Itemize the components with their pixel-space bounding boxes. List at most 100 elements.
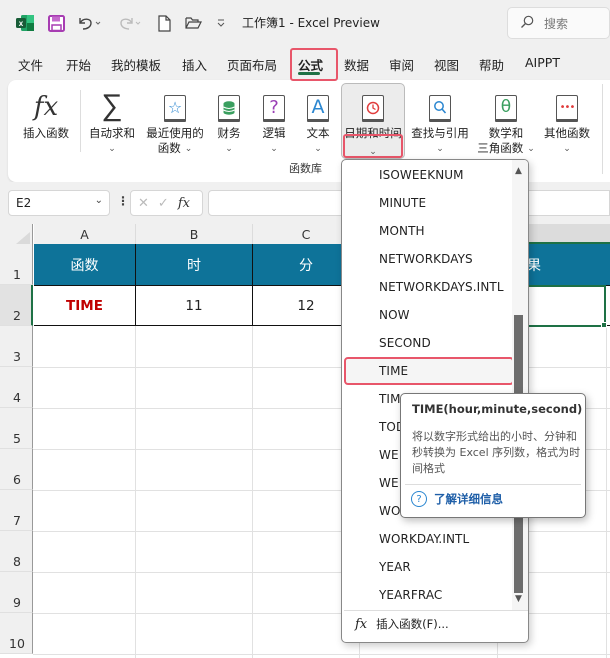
tooltip-description: 将以数字形式给出的小时、分钟和秒转换为 Excel 序列数，格式为时间格式 [412, 430, 581, 475]
coins-book-icon [218, 86, 240, 122]
name-box[interactable]: E2 ⌄ [8, 190, 110, 216]
customize-toolbar-icon[interactable] [214, 14, 228, 32]
ribbon-separator [80, 90, 81, 152]
magnifier-book-icon [429, 86, 451, 122]
fx-icon: fx [33, 92, 59, 122]
tab-view[interactable]: 视图 [434, 55, 459, 74]
chevron-down-icon: ⌄ [436, 144, 444, 154]
autosum-button[interactable]: ∑ 自动求和 ⌄ [86, 80, 138, 156]
insert-function-menu-item[interactable]: fx 插入函数(F)... [355, 616, 449, 632]
tab-insert[interactable]: 插入 [182, 55, 207, 74]
help-icon: ? [411, 491, 427, 507]
cell-b2[interactable]: 11 [136, 285, 253, 326]
financial-button[interactable]: 财务 ⌄ [213, 80, 245, 156]
row-header-9[interactable]: 9 [0, 572, 33, 613]
cell-a1[interactable]: 函数 [34, 244, 136, 285]
open-folder-icon[interactable] [183, 14, 203, 32]
menu-item-time[interactable]: TIME [344, 357, 514, 385]
excel-logo-icon: x [16, 14, 34, 32]
menu-item-month[interactable]: MONTH [342, 217, 512, 245]
row-header-8[interactable]: 8 [0, 531, 33, 572]
select-all-button[interactable] [0, 224, 33, 244]
save-icon[interactable] [47, 14, 65, 32]
text-button[interactable]: A 文本 ⌄ [302, 80, 334, 156]
tab-data[interactable]: 数据 [344, 55, 369, 74]
chevron-down-icon[interactable]: ⌄ [95, 195, 103, 206]
menu-item-now[interactable]: NOW [342, 301, 512, 329]
more-options-icon[interactable]: ⋮ [117, 194, 129, 208]
tab-file[interactable]: 文件 [18, 55, 43, 74]
column-header-a[interactable]: A [34, 224, 136, 244]
more-functions-button[interactable]: ••• 其他函数 ⌄ [539, 80, 595, 156]
lookup-reference-button[interactable]: 查找与引用 ⌄ [407, 80, 473, 156]
more-functions-label: 其他函数 [544, 126, 590, 140]
column-header-b[interactable]: B [136, 224, 253, 244]
row-header-4[interactable]: 4 [0, 367, 33, 408]
row-header-5[interactable]: 5 [0, 408, 33, 449]
undo-icon[interactable] [76, 14, 104, 32]
row-header-6[interactable]: 6 [0, 449, 33, 490]
search-placeholder: 搜索 [544, 16, 569, 31]
datetime-dropdown-highlight [343, 134, 403, 158]
gridline [33, 654, 610, 655]
scroll-down-icon[interactable]: ▼ [515, 594, 522, 604]
star-book-icon: ☆ [164, 86, 186, 122]
row-header-2[interactable]: 2 [0, 285, 33, 326]
learn-more-label: 了解详细信息 [434, 492, 503, 506]
tab-home[interactable]: 开始 [66, 55, 91, 74]
tab-help[interactable]: 帮助 [479, 55, 504, 74]
cell-a2[interactable]: TIME [34, 285, 136, 326]
gridline [252, 326, 253, 658]
svg-text:x: x [19, 19, 24, 28]
menu-item-networkdays-intl[interactable]: NETWORKDAYS.INTL [342, 273, 512, 301]
tab-aippt[interactable]: AIPPT [525, 55, 560, 70]
chevron-down-icon: ⌄ [563, 144, 571, 154]
formulas-tab-highlight [290, 48, 338, 81]
cell-b1[interactable]: 时 [136, 244, 253, 285]
math-trig-label: 数学和 [488, 126, 524, 140]
redo-icon[interactable] [116, 14, 144, 32]
tab-my-templates[interactable]: 我的模板 [111, 55, 161, 74]
menu-item-second[interactable]: SECOND [342, 329, 512, 357]
row-header-10[interactable]: 10 [0, 613, 33, 654]
dots-book-icon: ••• [556, 86, 578, 122]
theta-book-icon: θ [495, 86, 517, 122]
ribbon-separator [602, 84, 603, 174]
chevron-down-icon: ⌄ [314, 144, 322, 154]
menu-item-isoweeknum[interactable]: ISOWEEKNUM [342, 161, 512, 189]
search-box[interactable]: 搜索 [507, 7, 610, 39]
question-book-icon: ? [263, 86, 285, 122]
math-trig-button[interactable]: θ 数学和 三角函数 ⌄ [474, 80, 538, 156]
menu-item-workday-intl[interactable]: WORKDAY.INTL [342, 525, 512, 553]
row-header-7[interactable]: 7 [0, 490, 33, 531]
row-header-1[interactable]: 1 [0, 244, 33, 285]
insert-function-button[interactable]: fx 插入函数 [20, 80, 72, 140]
financial-label: 财务 [217, 126, 241, 140]
new-file-icon[interactable] [155, 14, 173, 32]
menu-item-minute[interactable]: MINUTE [342, 189, 512, 217]
row-header-3[interactable]: 3 [0, 326, 33, 367]
tooltip-separator [405, 484, 581, 485]
logical-button[interactable]: ? 逻辑 ⌄ [258, 80, 290, 156]
scroll-up-icon[interactable]: ▲ [515, 166, 522, 176]
cancel-icon[interactable]: ✕ [138, 196, 149, 211]
search-icon [520, 15, 534, 32]
menu-item-yearfrac[interactable]: YEARFRAC [342, 581, 512, 609]
autosum-label: 自动求和 [89, 126, 135, 140]
recent-functions-label: 最近使用的 [146, 126, 204, 140]
menu-item-year[interactable]: YEAR [342, 553, 512, 581]
name-box-value: E2 [16, 196, 32, 210]
confirm-icon[interactable]: ✓ [158, 196, 169, 211]
recent-functions-button[interactable]: ☆ 最近使用的 函数 ⌄ [144, 80, 206, 156]
chevron-down-icon: ⌄ [184, 144, 193, 154]
insert-function-menu-label: 插入函数(F)... [376, 617, 449, 631]
fill-handle[interactable] [601, 322, 607, 328]
insert-function-icon[interactable]: fx [178, 196, 190, 211]
tab-review[interactable]: 审阅 [389, 55, 414, 74]
chevron-down-icon: ⌄ [225, 144, 233, 154]
menu-item-networkdays[interactable]: NETWORKDAYS [342, 245, 512, 273]
math-trig-label-2: 三角函数 [477, 141, 524, 155]
text-label: 文本 [306, 126, 330, 140]
tab-page-layout[interactable]: 页面布局 [227, 55, 277, 74]
learn-more-link[interactable]: ? 了解详细信息 [411, 491, 503, 507]
